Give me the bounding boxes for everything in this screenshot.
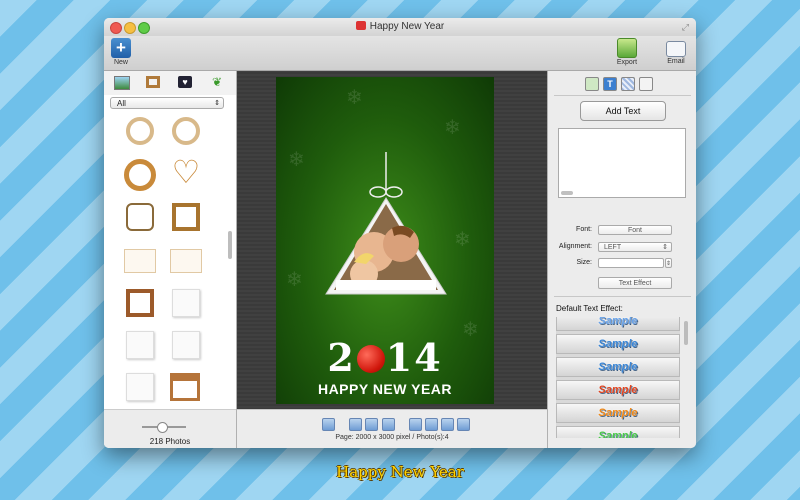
send-backward-icon[interactable]: [425, 418, 438, 431]
size-stepper[interactable]: ⇕: [665, 258, 672, 268]
fullscreen-icon[interactable]: ⤢: [682, 22, 689, 33]
photo-count: 218 Photos: [149, 437, 191, 446]
category-tabs: ♥ ❦: [104, 71, 236, 95]
snowflake-icon: ❄: [454, 229, 471, 251]
frame-thumbnail[interactable]: ♡: [170, 156, 202, 189]
canvas-area: ❄ ❄ ❄ ❄ ❄ ❄ 2 14 HAPPY NEW YEAR Page: 20…: [237, 71, 547, 448]
text-effect-button[interactable]: Text Effect: [598, 277, 672, 289]
frame-thumbnail[interactable]: [172, 331, 200, 359]
pattern-tab-icon[interactable]: [621, 77, 635, 91]
year-text: 2 14: [327, 335, 443, 380]
frame-thumbnail[interactable]: [126, 203, 154, 231]
rotate-left-icon[interactable]: [349, 418, 362, 431]
new-button[interactable]: + New: [104, 38, 139, 66]
snowflake-icon: ❄: [346, 87, 363, 109]
snowflake-icon: ❄: [286, 269, 303, 291]
align-icon[interactable]: [457, 418, 470, 431]
page-info: Page: 2000 x 3000 pixel / Photo(s):4: [335, 434, 449, 441]
frame-thumbnail[interactable]: [172, 203, 200, 231]
snowflake-icon: ❄: [444, 117, 461, 139]
sample-effect[interactable]: Sample: [556, 403, 680, 423]
alignment-select[interactable]: LEFT ⇕: [598, 242, 672, 252]
size-label: Size:: [576, 259, 592, 266]
frames-scrollbar[interactable]: [228, 231, 232, 259]
heart-icon[interactable]: ♥: [178, 76, 192, 88]
export-icon: [617, 38, 637, 58]
font-label: Font:: [576, 226, 592, 233]
frame-thumbnail[interactable]: [126, 289, 154, 317]
frame-thumbnail[interactable]: [126, 373, 154, 401]
greeting-text: HAPPY NEW YEAR: [317, 381, 453, 397]
slider-knob[interactable]: [156, 422, 168, 433]
snowflake-icon: ❄: [288, 149, 305, 171]
delete-icon[interactable]: [322, 418, 335, 431]
divider: [554, 296, 691, 297]
rotate-right-icon[interactable]: [365, 418, 378, 431]
size-input[interactable]: [598, 258, 664, 268]
card-preview[interactable]: ❄ ❄ ❄ ❄ ❄ ❄ 2 14 HAPPY NEW YEAR: [276, 77, 494, 404]
toolbar: + New Export Email: [104, 36, 696, 71]
ornament-ball-icon: [356, 345, 385, 373]
caption-title: Happy New Year: [336, 463, 464, 481]
sample-effect[interactable]: Sample: [556, 426, 680, 438]
divider: [554, 95, 691, 96]
textarea-scrollbar[interactable]: [561, 191, 573, 195]
samples-scrollbar[interactable]: [684, 321, 688, 345]
frame-thumbnail[interactable]: [170, 373, 200, 401]
text-tab-icon[interactable]: T: [603, 77, 617, 91]
bring-forward-icon[interactable]: [409, 418, 422, 431]
title-bar: Happy New Year ⤢: [104, 18, 696, 37]
default-effect-label: Default Text Effect:: [556, 304, 623, 313]
category-filter-select[interactable]: All ⇕: [110, 97, 224, 109]
sticker-tab-icon[interactable]: [639, 77, 653, 91]
photo-tab-icon[interactable]: [585, 77, 599, 91]
add-text-button[interactable]: Add Text: [580, 101, 666, 121]
frame-thumbnail[interactable]: [172, 117, 200, 145]
new-project-icon: +: [111, 38, 131, 58]
frame-thumbnail[interactable]: [124, 249, 156, 273]
app-window: Happy New Year ⤢ + New Export Email ♥ ❦ …: [104, 18, 696, 448]
envelope-icon: [666, 41, 686, 57]
sample-effect[interactable]: Sample: [556, 357, 680, 377]
font-button[interactable]: Font: [598, 225, 672, 235]
text-panel: T Add Text Font: Font Alignment: LEFT ⇕ S…: [547, 71, 696, 448]
frame-thumbnail[interactable]: [172, 289, 200, 317]
email-button[interactable]: Email: [658, 38, 694, 65]
select-arrows-icon: ⇕: [662, 244, 668, 251]
text-input-area[interactable]: [558, 128, 686, 198]
sample-effect[interactable]: Sample: [556, 317, 680, 331]
landscape-icon[interactable]: [114, 76, 130, 90]
thumbnail-size-slider[interactable]: [142, 422, 186, 433]
window-title: Happy New Year: [104, 21, 696, 32]
flip-icon[interactable]: [382, 418, 395, 431]
select-arrows-icon: ⇕: [214, 100, 220, 107]
frame-thumbnails: ♡: [104, 113, 228, 409]
arrange-icon[interactable]: [441, 418, 454, 431]
text-effect-samples: Sample Sample Sample Sample Sample Sampl…: [556, 317, 680, 438]
tree-photo-frame[interactable]: [316, 152, 456, 302]
export-button[interactable]: Export: [609, 38, 645, 66]
app-icon: [355, 21, 366, 30]
frame-thumbnail[interactable]: [124, 159, 156, 191]
frames-footer: 218 Photos: [104, 409, 236, 448]
alignment-label: Alignment:: [558, 243, 592, 250]
sample-effect[interactable]: Sample: [556, 380, 680, 400]
frame-icon[interactable]: [146, 76, 160, 88]
canvas-footer: Page: 2000 x 3000 pixel / Photo(s):4: [237, 409, 547, 448]
frame-thumbnail[interactable]: [126, 331, 154, 359]
frame-thumbnail[interactable]: [126, 117, 154, 145]
leaf-icon[interactable]: ❦: [210, 76, 224, 88]
frame-thumbnail[interactable]: [170, 249, 202, 273]
frames-panel: ♥ ❦ All ⇕ ♡ 218 Photos: [104, 71, 237, 448]
sample-effect[interactable]: Sample: [556, 334, 680, 354]
